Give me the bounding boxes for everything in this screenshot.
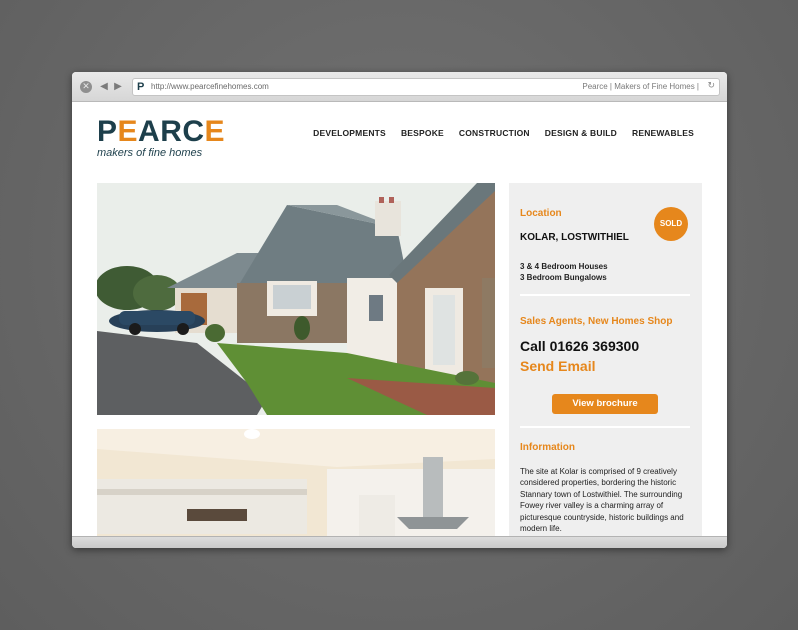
site-logo[interactable]: PEARCE makers of fine homes [97,115,226,160]
information-heading: Information [520,442,575,453]
forward-arrow-icon[interactable]: ▶ [113,80,123,94]
detail-houses: 3 & 4 Bedroom Houses [520,262,608,271]
sold-badge: SOLD [654,207,688,241]
tab-title: Pearce | Makers of Fine Homes | [582,82,699,91]
nav-item-construction[interactable]: CONSTRUCTION [459,128,530,138]
phone-number[interactable]: Call 01626 369300 [520,338,639,354]
divider [520,426,690,428]
detail-bungalows: 3 Bedroom Bungalows [520,273,607,282]
logo-wordmark: PEARCE [97,115,226,148]
kitchen-photo [97,429,495,536]
view-brochure-button[interactable]: View brochure [552,394,658,414]
location-heading: Location [520,208,562,219]
information-text: The site at Kolar is comprised of 9 crea… [520,467,684,534]
close-icon[interactable]: ✕ [80,81,92,93]
browser-status-bar [72,536,727,548]
nav-item-renewables[interactable]: RENEWABLES [632,128,694,138]
web-page: PEARCE makers of fine homes DEVELOPMENTS… [72,103,727,536]
nav-item-design-build[interactable]: DESIGN & BUILD [545,128,617,138]
browser-window: ✕ ◀ ▶ P http://www.pearcefinehomes.com P… [72,72,727,548]
nav-item-bespoke[interactable]: BESPOKE [401,128,444,138]
send-email-link[interactable]: Send Email [520,358,595,374]
house-photo [97,183,495,415]
logo-tagline: makers of fine homes [97,147,203,159]
url-text[interactable]: http://www.pearcefinehomes.com [151,82,269,91]
address-bar[interactable]: P http://www.pearcefinehomes.com Pearce … [132,78,720,96]
reload-icon[interactable]: ↻ [707,81,715,91]
nav-item-developments[interactable]: DEVELOPMENTS [313,128,386,138]
divider [520,294,690,296]
location-name: KOLAR, LOSTWITHIEL [520,232,629,243]
development-sidebar: Location SOLD KOLAR, LOSTWITHIEL 3 & 4 B… [509,183,702,536]
favicon-icon: P [137,81,145,93]
main-nav: DEVELOPMENTS BESPOKE CONSTRUCTION DESIGN… [313,128,694,138]
browser-toolbar: ✕ ◀ ▶ P http://www.pearcefinehomes.com P… [72,72,727,102]
agents-heading: Sales Agents, New Homes Shop [520,316,673,327]
back-arrow-icon[interactable]: ◀ [99,80,109,94]
